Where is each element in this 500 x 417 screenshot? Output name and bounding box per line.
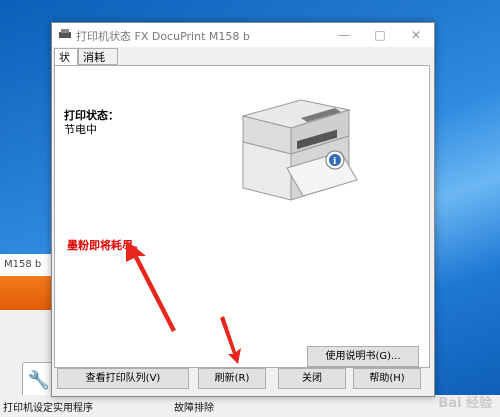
annotation-arrow-up: [126, 240, 176, 332]
annotation-arrows: [126, 240, 241, 364]
annotation-arrow-down: [220, 316, 241, 364]
watermark: Bai 经验: [438, 396, 492, 411]
